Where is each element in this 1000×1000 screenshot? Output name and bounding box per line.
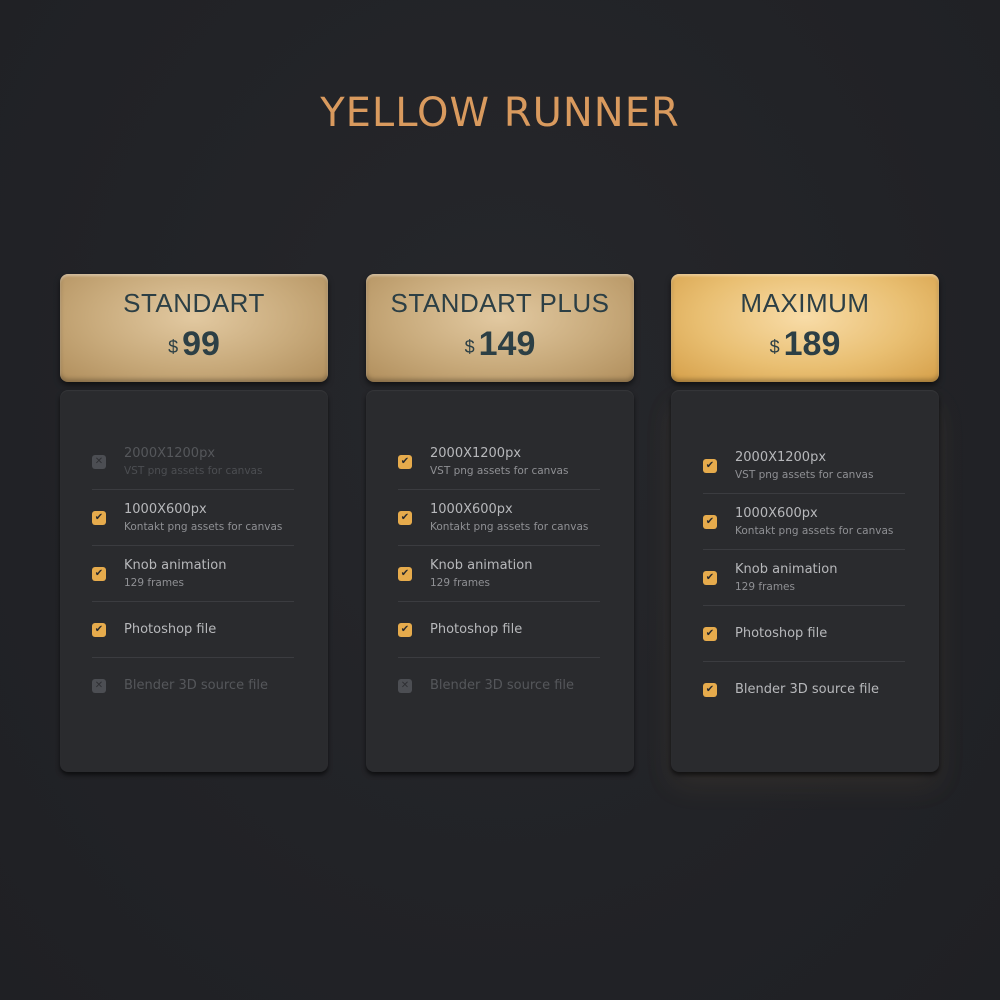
feature-list: ✔ 2000X1200px VST png assets for canvas ✔… [366,390,634,772]
check-icon: ✔ [703,683,717,697]
feature-item: ✔ Blender 3D source file [703,662,905,718]
check-icon: ✔ [703,570,717,585]
feature-title: Knob animation [124,557,227,573]
feature-title: 1000X600px [124,501,207,517]
feature-subtitle: VST png assets for canvas [430,464,569,477]
check-icon: ✔ [92,510,106,525]
feature-title: Blender 3D source file [124,678,269,693]
feature-item: ✔ Photoshop file [92,602,294,658]
plan-name: MAXIMUM [740,288,870,318]
feature-title: Knob animation [735,561,838,577]
feature-title: 1000X600px [735,505,818,521]
plan-name: STANDART [123,288,265,318]
currency-symbol: $ [168,337,179,357]
feature-subtitle: VST png assets for canvas [735,468,874,481]
currency-symbol: $ [464,337,475,357]
feature-title: Blender 3D source file [735,682,880,697]
plan-price: $149 [366,326,634,368]
feature-subtitle: Kontakt png assets for canvas [735,524,894,537]
feature-item: ✕ Blender 3D source file [92,658,294,714]
price-amount: 99 [182,325,220,363]
feature-item: ✔ 1000X600px Kontakt png assets for canva… [398,490,600,546]
plan-name: STANDART PLUS [390,288,610,318]
currency-symbol: $ [769,337,780,357]
check-icon: ✔ [92,566,106,581]
feature-list: ✕ 2000X1200px VST png assets for canvas ✔… [60,390,328,772]
plan-card-standart: STANDART $99 ✕ 2000X1200px VST png assets… [60,274,328,772]
x-icon: ✕ [398,679,412,693]
feature-subtitle: Kontakt png assets for canvas [124,520,283,533]
page-title: YELLOW RUNNER [320,90,680,136]
feature-subtitle: VST png assets for canvas [124,464,263,477]
feature-subtitle: 129 frames [735,580,795,593]
feature-item: ✔ Knob animation 129 frames [92,546,294,602]
x-icon: ✕ [92,679,106,693]
plan-price: $99 [60,326,328,368]
feature-title: Photoshop file [430,621,523,637]
plan-price: $189 [671,326,939,368]
feature-item: ✔ 1000X600px Kontakt png assets for canva… [703,494,905,550]
feature-title: Blender 3D source file [430,678,575,693]
feature-item: ✔ Photoshop file [703,606,905,662]
check-icon: ✔ [398,510,412,525]
feature-item: ✔ 2000X1200px VST png assets for canvas [703,438,905,494]
check-icon: ✔ [703,626,717,641]
feature-item: ✔ Photoshop file [398,602,600,658]
check-icon: ✔ [398,454,412,469]
plan-header-button[interactable]: STANDART $99 [60,274,328,382]
feature-item: ✔ Knob animation 129 frames [398,546,600,602]
price-amount: 189 [783,325,841,363]
check-icon: ✔ [703,458,717,473]
feature-subtitle: 129 frames [124,576,184,589]
feature-subtitle: Kontakt png assets for canvas [430,520,589,533]
feature-item: ✕ 2000X1200px VST png assets for canvas [92,434,294,490]
feature-item: ✔ 2000X1200px VST png assets for canvas [398,434,600,490]
feature-title: Photoshop file [124,621,217,637]
feature-title: 2000X1200px [735,449,827,465]
check-icon: ✔ [398,566,412,581]
check-icon: ✔ [703,514,717,529]
feature-item: ✔ Knob animation 129 frames [703,550,905,606]
feature-title: 2000X1200px [124,445,216,461]
feature-title: Photoshop file [735,625,828,641]
feature-title: Knob animation [430,557,533,573]
feature-title: 1000X600px [430,501,513,517]
feature-item: ✔ 1000X600px Kontakt png assets for canva… [92,490,294,546]
feature-title: 2000X1200px [430,445,522,461]
plan-header-button[interactable]: MAXIMUM $189 [671,274,939,382]
feature-item: ✕ Blender 3D source file [398,658,600,714]
price-amount: 149 [478,325,536,363]
plan-card-maximum: MAXIMUM $189 ✔ 2000X1200px VST png assets… [671,274,939,772]
check-icon: ✔ [398,622,412,637]
x-icon: ✕ [92,454,106,469]
feature-subtitle: 129 frames [430,576,490,589]
plan-card-standart-plus: STANDART PLUS $149 ✔ 2000X1200px VST png … [366,274,634,772]
check-icon: ✔ [92,622,106,637]
feature-list: ✔ 2000X1200px VST png assets for canvas ✔… [671,390,939,772]
plan-header-button[interactable]: STANDART PLUS $149 [366,274,634,382]
